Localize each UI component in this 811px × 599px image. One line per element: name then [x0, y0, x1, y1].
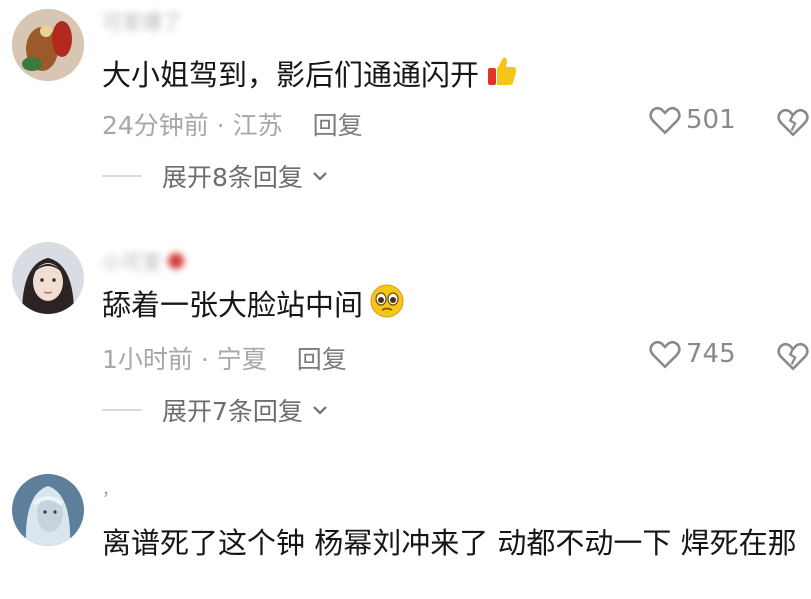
- like-button[interactable]: 745: [648, 338, 736, 370]
- expand-divider: [102, 175, 142, 177]
- time-location: 24分钟前 · 江苏: [102, 111, 283, 140]
- reply-button[interactable]: 回复: [297, 345, 347, 374]
- expand-replies-label: 展开7条回复: [162, 397, 303, 426]
- broken-heart-icon: [777, 108, 809, 137]
- pleading-face-icon: [369, 283, 405, 332]
- avatar-ornament-icon: [12, 9, 84, 81]
- broken-heart-icon: [777, 342, 809, 371]
- like-count: 745: [686, 339, 736, 369]
- comment-meta: 1小时前 · 宁夏 回复: [102, 340, 347, 376]
- comment-text-body: 舔着一张大脸站中间: [102, 288, 364, 322]
- username[interactable]: ，: [102, 476, 118, 500]
- chevron-down-icon: [313, 406, 327, 415]
- dislike-button[interactable]: [776, 340, 810, 376]
- expand-divider: [102, 409, 142, 411]
- avatar-elf-icon: [12, 474, 84, 546]
- user-avatar[interactable]: [12, 9, 84, 81]
- username-text: 小可爱: [102, 250, 162, 274]
- time-location: 1小时前 · 宁夏: [102, 345, 267, 374]
- avatar-portrait-icon: [12, 242, 84, 314]
- comment-meta: 24分钟前 · 江苏 回复: [102, 106, 363, 142]
- chevron-down-icon: [313, 172, 327, 181]
- comment-text: 离谱死了这个钟 杨幂刘冲来了 动都不动一下 焊死在那: [102, 526, 797, 560]
- user-avatar[interactable]: [12, 474, 84, 546]
- expand-replies-button[interactable]: 展开7条回复: [102, 392, 329, 428]
- comment-item: 可爱爆了 大小姐驾到，影后们通通闪开 24分钟前 · 江苏 回复 501 展开8条…: [0, 0, 811, 200]
- like-button[interactable]: 501: [648, 104, 736, 136]
- username[interactable]: 可爱爆了: [102, 6, 182, 35]
- username[interactable]: 小可爱: [102, 246, 185, 275]
- thumbs-up-icon: [485, 54, 519, 101]
- dislike-button[interactable]: [776, 106, 810, 142]
- user-avatar[interactable]: [12, 242, 84, 314]
- comment-item: ， 离谱死了这个钟 杨幂刘冲来了 动都不动一下 焊死在那: [0, 470, 811, 599]
- comment-text: 大小姐驾到，影后们通通闪开: [102, 52, 802, 101]
- like-count: 501: [686, 105, 736, 135]
- comment-item: 小可爱 舔着一张大脸站中间 1小时前 · 宁夏 回复 745 展开7条回复: [0, 230, 811, 430]
- expand-replies-label: 展开8条回复: [162, 163, 303, 192]
- heart-icon: [649, 106, 681, 135]
- expand-replies-button[interactable]: 展开8条回复: [102, 158, 329, 194]
- heart-icon: [649, 340, 681, 369]
- comment-text-body: 大小姐驾到，影后们通通闪开: [102, 58, 480, 92]
- comment-text: 舔着一张大脸站中间: [102, 282, 802, 332]
- reply-button[interactable]: 回复: [313, 111, 363, 140]
- heart-badge-icon: [168, 253, 185, 269]
